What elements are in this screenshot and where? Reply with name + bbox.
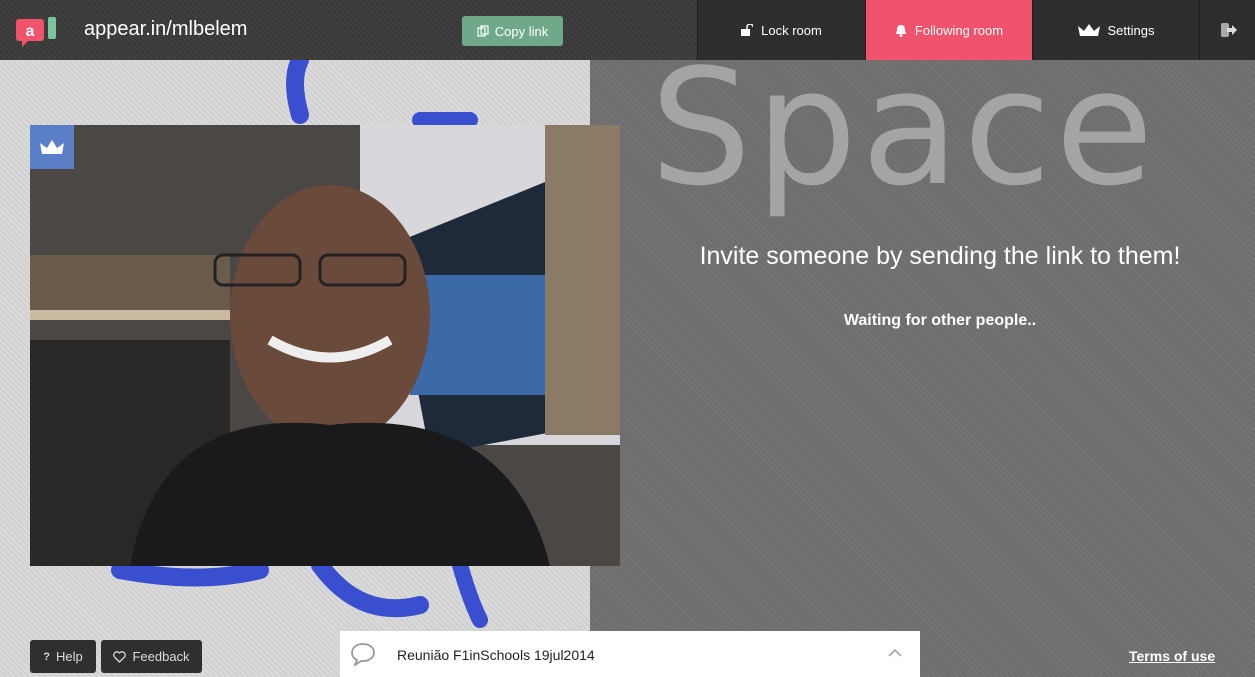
copy-link-button[interactable]: Copy link [462,16,563,46]
question-icon: ? [43,650,50,663]
following-room-label: Following room [914,22,1004,38]
settings-label: Settings [1107,22,1155,38]
chat-bubble-icon [351,643,375,666]
owner-badge [30,125,74,169]
exit-icon [1221,23,1237,37]
copy-link-label: Copy link [494,23,549,39]
crown-icon [1077,24,1100,36]
feedback-button[interactable]: Feedback [101,640,202,673]
lock-room-button[interactable]: Lock room [697,0,865,60]
room-name: appear.in/mlbelem [84,18,248,40]
settings-button[interactable]: Settings [1032,0,1199,60]
help-label: Help [55,649,83,664]
top-bar: a appear.in/mlbelem Copy link Lock room … [0,0,1255,60]
copy-icon [477,25,489,37]
waiting-text: Waiting for other people.. [843,312,1037,329]
chevron-up-icon[interactable] [888,648,902,658]
lock-room-label: Lock room [761,22,822,38]
heart-icon [113,650,127,663]
terms-of-use-link[interactable]: Terms of use [1129,648,1215,664]
video-frame [30,125,620,566]
appear-in-logo-icon[interactable]: a [14,14,60,48]
svg-text:a: a [26,23,35,40]
chat-bar[interactable]: Reunião F1inSchools 19jul2014 [340,631,920,677]
lock-icon [741,24,754,36]
invite-heading: Invite someone by sending the link to th… [699,242,1181,270]
bell-icon [895,24,906,37]
following-room-button[interactable]: Following room [865,0,1032,60]
feedback-label: Feedback [132,649,190,664]
top-nav: Lock room Following room Settings [697,0,1255,60]
self-video [30,125,620,566]
leave-room-button[interactable] [1199,0,1255,60]
crown-icon [40,140,64,154]
background-word: Space [650,34,1158,221]
chat-room-title: Reunião F1inSchools 19jul2014 [397,647,595,663]
help-button[interactable]: ? Help [30,640,96,673]
